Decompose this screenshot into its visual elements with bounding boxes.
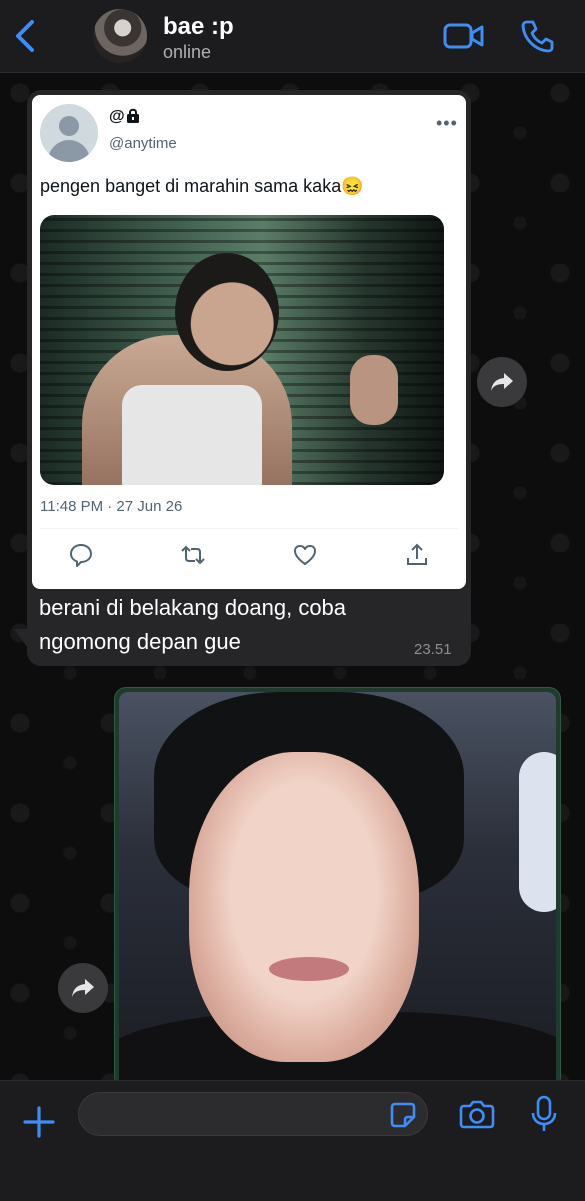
camera-icon[interactable] bbox=[459, 1098, 495, 1130]
divider bbox=[40, 528, 458, 529]
forward-button[interactable] bbox=[477, 357, 527, 407]
tweet-handle: @anytime bbox=[109, 135, 177, 152]
video-call-icon[interactable] bbox=[442, 20, 486, 52]
share-icon[interactable] bbox=[404, 542, 430, 568]
forward-arrow-icon bbox=[72, 979, 94, 997]
message-input[interactable] bbox=[78, 1092, 428, 1136]
tweet-timestamp: 11:48 PM · 27 Jun 26 bbox=[40, 498, 183, 515]
forward-arrow-icon bbox=[491, 373, 513, 391]
more-options-icon[interactable]: ••• bbox=[436, 113, 458, 134]
message-time: 23.51 bbox=[414, 641, 452, 658]
outgoing-photo-bubble[interactable] bbox=[114, 687, 561, 1080]
plus-icon[interactable] bbox=[22, 1105, 56, 1139]
chat-header: bae :p online bbox=[0, 0, 585, 73]
message-text: berani di belakang doang, coba ngomong d… bbox=[39, 595, 347, 654]
forward-button[interactable] bbox=[58, 963, 108, 1013]
microphone-icon[interactable] bbox=[530, 1095, 558, 1133]
contact-name[interactable]: bae :p bbox=[163, 13, 234, 41]
incoming-message-bubble[interactable]: @ @anytime ••• pengen banget di marahin … bbox=[27, 90, 471, 666]
tweet-text: pengen banget di marahin sama kaka😖 bbox=[40, 176, 364, 196]
contact-avatar[interactable] bbox=[93, 9, 147, 63]
tweet-display-name: @ bbox=[109, 108, 125, 125]
retweet-icon[interactable] bbox=[180, 542, 206, 568]
chat-area[interactable]: @ @anytime ••• pengen banget di marahin … bbox=[0, 73, 585, 1080]
sticker-icon[interactable] bbox=[389, 1101, 417, 1129]
phone-call-icon[interactable] bbox=[519, 18, 555, 54]
lock-icon bbox=[127, 108, 139, 123]
message-input-bar bbox=[0, 1080, 585, 1201]
reply-icon[interactable] bbox=[68, 542, 94, 568]
tweet-photo[interactable] bbox=[40, 215, 444, 485]
tweet-avatar bbox=[40, 104, 98, 162]
contact-status: online bbox=[163, 42, 212, 62]
like-icon[interactable] bbox=[292, 542, 318, 568]
back-chevron-icon[interactable] bbox=[10, 18, 40, 54]
sent-photo[interactable] bbox=[119, 692, 556, 1080]
shared-tweet-card[interactable]: @ @anytime ••• pengen banget di marahin … bbox=[32, 95, 466, 589]
